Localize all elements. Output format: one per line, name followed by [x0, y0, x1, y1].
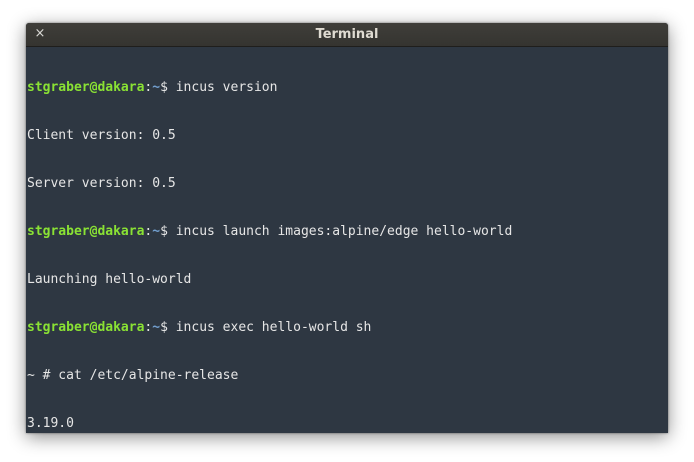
prompt-path: ~: [152, 80, 161, 95]
output-line: 3.19.0: [27, 416, 74, 431]
terminal-line: stgraber@dakara:~$ incus exec hello-worl…: [27, 320, 668, 336]
terminal-output[interactable]: stgraber@dakara:~$ incus version Client …: [27, 47, 668, 433]
title-bar[interactable]: × Terminal: [26, 23, 668, 47]
output-line: Client version: 0.5: [27, 128, 176, 143]
prompt-user-host: stgraber@dakara: [27, 80, 145, 95]
output-line: ~ # cat /etc/alpine-release: [27, 368, 239, 383]
output-line: Server version: 0.5: [27, 176, 176, 191]
window-title: Terminal: [315, 27, 379, 42]
terminal-window: × Terminal stgraber@dakara:~$ incus vers…: [26, 23, 668, 433]
command-text: incus launch images:alpine/edge hello-wo…: [175, 224, 513, 239]
terminal-line: stgraber@dakara:~$ incus launch images:a…: [27, 224, 668, 240]
prompt-symbol: $: [160, 320, 176, 335]
command-text: incus version: [175, 80, 278, 95]
prompt-symbol: $: [160, 224, 176, 239]
command-text: incus exec hello-world sh: [175, 320, 372, 335]
terminal-line: stgraber@dakara:~$ incus version: [27, 80, 668, 96]
prompt-user-host: stgraber@dakara: [27, 320, 145, 335]
prompt-symbol: $: [160, 80, 176, 95]
prompt-path: ~: [152, 320, 161, 335]
prompt-user-host: stgraber@dakara: [27, 224, 145, 239]
prompt-path: ~: [152, 224, 161, 239]
output-line: Launching hello-world: [27, 272, 192, 287]
